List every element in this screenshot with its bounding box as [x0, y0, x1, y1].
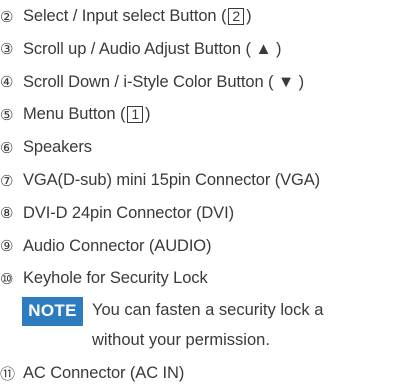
item-text: Select / Input select Button ( [23, 7, 227, 26]
list-item-ac-connector: ⑪ AC Connector (AC IN) [0, 361, 184, 387]
item-number: ② [0, 8, 14, 26]
note-badge: NOTE [22, 296, 83, 326]
item-number: ⑤ [0, 106, 14, 124]
item-number: ④ [0, 74, 14, 92]
boxed-key-1: 1 [127, 106, 144, 124]
list-item-keyhole: ⑩ Keyhole for Security Lock [0, 266, 208, 292]
list-item-menu-button: ⑤ Menu Button ( 1 ) [0, 102, 151, 128]
item-number: ⑧ [0, 205, 14, 223]
list-item-audio-connector: ⑨ Audio Connector (AUDIO) [0, 233, 212, 259]
item-number: ⑥ [0, 139, 14, 157]
item-number: ⑩ [0, 270, 14, 288]
list-item-dvi-connector: ⑧ DVI-D 24pin Connector (DVI) [0, 200, 234, 226]
note-text-line-1: You can fasten a security lock a [92, 301, 324, 320]
item-number: ⑨ [0, 238, 14, 256]
item-number: ⑪ [0, 366, 15, 384]
item-text: VGA(D-sub) mini 15pin Connector (VGA) [23, 171, 321, 190]
item-number: ③ [0, 41, 14, 59]
item-text: Scroll up / Audio Adjust Button ( ▲ ) [23, 39, 282, 58]
list-item-speakers: ⑥ Speakers [0, 135, 92, 161]
list-item-vga-connector: ⑦ VGA(D-sub) mini 15pin Connector (VGA) [0, 168, 320, 194]
list-item-scroll-up: ③ Scroll up / Audio Adjust Button ( ▲ ) [0, 36, 282, 62]
item-text: Scroll Down / i-Style Color Button ( ▼ ) [23, 72, 304, 91]
item-text: Menu Button ( [23, 105, 126, 124]
item-number: ⑦ [0, 172, 14, 190]
item-text: Keyhole for Security Lock [23, 269, 208, 288]
item-text: Audio Connector (AUDIO) [23, 236, 212, 255]
list-item-select-button: ② Select / Input select Button ( 2 ) [0, 4, 252, 30]
note-text-line-2: without your permission. [92, 331, 270, 350]
list-item-scroll-down: ④ Scroll Down / i-Style Color Button ( ▼… [0, 69, 304, 95]
boxed-key-2: 2 [228, 8, 245, 26]
item-text-close: ) [145, 105, 151, 124]
item-text-close: ) [246, 7, 252, 26]
item-text: DVI-D 24pin Connector (DVI) [23, 203, 234, 222]
item-text: AC Connector (AC IN) [23, 364, 185, 383]
item-text: Speakers [23, 138, 92, 157]
